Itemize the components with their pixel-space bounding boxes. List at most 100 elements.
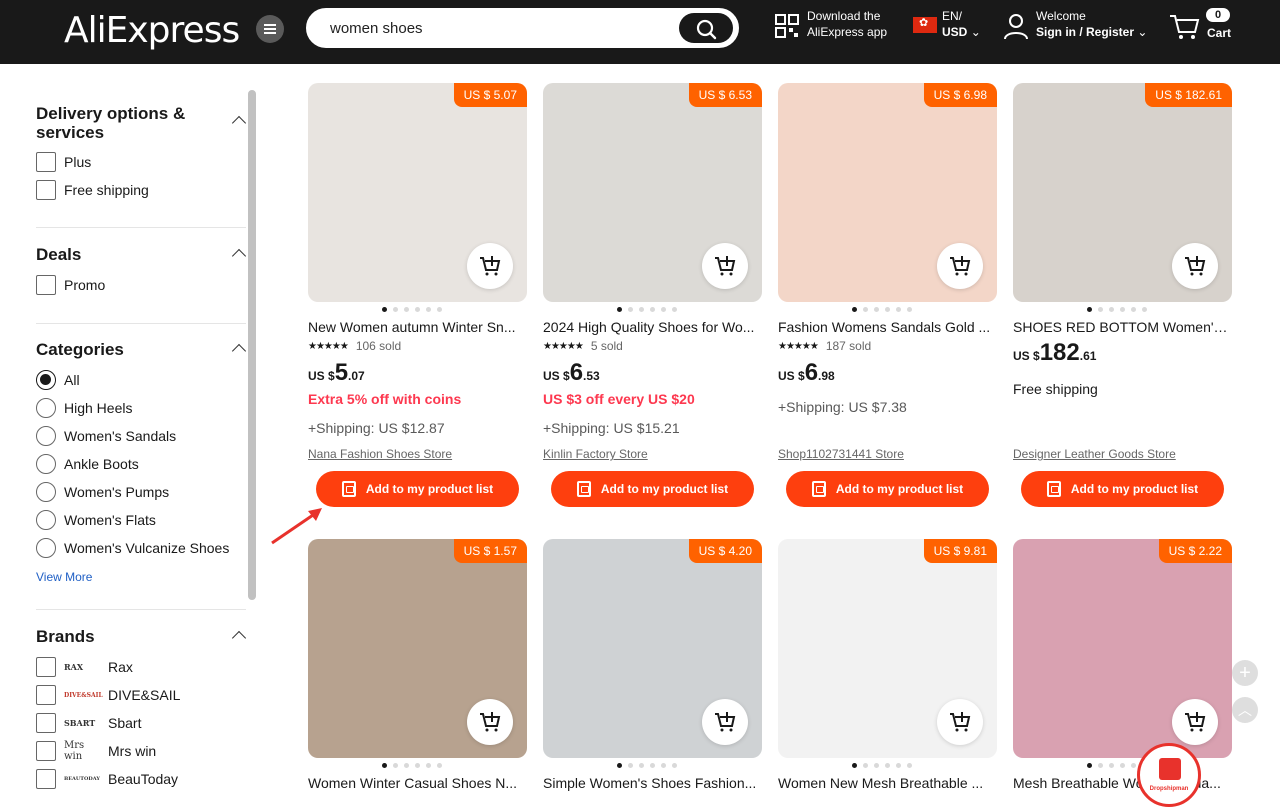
add-to-cart-button[interactable] — [702, 699, 748, 745]
brand-logo: BEAUTODAY — [64, 776, 100, 782]
radio[interactable] — [36, 538, 56, 558]
radio[interactable] — [36, 482, 56, 502]
product-title[interactable]: 2024 High Quality Shoes for Wo... — [543, 319, 762, 335]
product-title[interactable]: SHOES RED BOTTOM Women's ... — [1013, 319, 1232, 335]
add-floating-button[interactable]: + — [1232, 660, 1258, 686]
user-icon[interactable] — [1002, 12, 1030, 40]
add-to-cart-button[interactable] — [1172, 243, 1218, 289]
shipping-text: Free shipping — [1013, 381, 1098, 397]
checkbox[interactable] — [36, 741, 56, 761]
cart-plus-icon — [715, 712, 736, 732]
category-ankle-boots[interactable]: Ankle Boots — [36, 453, 139, 475]
add-to-product-list-button[interactable]: Add to my product list — [786, 471, 989, 507]
search-button[interactable] — [679, 13, 733, 43]
product-title[interactable]: Women New Mesh Breathable ... — [778, 775, 997, 791]
collapse-chevron-icon[interactable] — [231, 343, 247, 359]
checkbox[interactable] — [36, 685, 56, 705]
checkbox[interactable] — [36, 769, 56, 789]
menu-icon[interactable] — [256, 15, 284, 43]
cart-label[interactable]: Cart — [1207, 26, 1231, 40]
category-all[interactable]: All — [36, 369, 80, 391]
sidebar-scrollbar[interactable] — [248, 90, 256, 600]
divider — [36, 323, 246, 324]
brand-sbart[interactable]: SBART Sbart — [36, 712, 141, 734]
image-carousel-dots[interactable] — [617, 307, 677, 312]
add-to-cart-button[interactable] — [1172, 699, 1218, 745]
store-link[interactable]: Designer Leather Goods Store — [1013, 447, 1176, 461]
image-carousel-dots[interactable] — [382, 763, 442, 768]
rating-row: ★★★★★ 5 sold — [543, 339, 623, 353]
image-carousel-dots[interactable] — [1087, 307, 1147, 312]
radio[interactable] — [36, 454, 56, 474]
product-title[interactable]: Fashion Womens Sandals Gold ... — [778, 319, 997, 335]
add-to-cart-button[interactable] — [937, 243, 983, 289]
radio[interactable] — [36, 398, 56, 418]
filter-promo[interactable]: Promo — [36, 274, 105, 296]
brand-beautoday[interactable]: BEAUTODAY BeauToday — [36, 768, 178, 790]
cart-plus-icon — [480, 712, 501, 732]
image-carousel-dots[interactable] — [852, 307, 912, 312]
checkbox[interactable] — [36, 152, 56, 172]
collapse-chevron-icon[interactable] — [231, 115, 247, 131]
shipping-text: +Shipping: US $12.87 — [308, 420, 445, 436]
brand-dive-sail[interactable]: DIVE&SAIL DIVE&SAIL — [36, 684, 180, 706]
category-womens-pumps[interactable]: Women's Pumps — [36, 481, 169, 503]
price-tag: US $ 6.98 — [923, 83, 997, 107]
brand-rax[interactable]: RAX Rax — [36, 656, 133, 678]
promo-text: Extra 5% off with coins — [308, 391, 462, 407]
brands-section: Brands — [36, 627, 247, 646]
store-link[interactable]: Kinlin Factory Store — [543, 447, 648, 461]
store-link[interactable]: Nana Fashion Shoes Store — [308, 447, 452, 461]
checkbox[interactable] — [36, 180, 56, 200]
filter-plus[interactable]: Plus — [36, 151, 91, 173]
aliexpress-logo[interactable]: AliExpress — [64, 10, 240, 51]
add-to-product-list-button[interactable]: Add to my product list — [1021, 471, 1224, 507]
account-menu[interactable]: Welcome Sign in / Register ⌄ — [1036, 8, 1147, 40]
checkbox[interactable] — [36, 275, 56, 295]
collapse-chevron-icon[interactable] — [231, 630, 247, 646]
image-carousel-dots[interactable] — [382, 307, 442, 312]
filter-free-shipping[interactable]: Free shipping — [36, 179, 149, 201]
category-womens-sandals[interactable]: Women's Sandals — [36, 425, 176, 447]
product-title[interactable]: New Women autumn Winter Sn... — [308, 319, 527, 335]
store-link[interactable]: Shop1102731441 Store — [778, 447, 904, 461]
price-tag: US $ 2.22 — [1158, 539, 1232, 563]
bag-icon — [341, 481, 356, 497]
radio[interactable] — [36, 510, 56, 530]
shipping-text: +Shipping: US $15.21 — [543, 420, 680, 436]
category-womens-flats[interactable]: Women's Flats — [36, 509, 156, 531]
price-tag: US $ 9.81 — [923, 539, 997, 563]
checkbox[interactable] — [36, 713, 56, 733]
cart-plus-icon — [715, 256, 736, 276]
shipping-text: +Shipping: US $7.38 — [778, 399, 907, 415]
category-womens-vulcanize[interactable]: Women's Vulcanize Shoes — [36, 537, 229, 559]
radio[interactable] — [36, 426, 56, 446]
star-rating-icon: ★★★★★ — [543, 340, 584, 352]
radio-selected[interactable] — [36, 370, 56, 390]
product-title[interactable]: Simple Women's Shoes Fashion... — [543, 775, 762, 791]
download-app-link[interactable]: Download the AliExpress app — [807, 8, 887, 40]
checkbox[interactable] — [36, 657, 56, 677]
search-input[interactable] — [330, 20, 650, 37]
add-to-cart-button[interactable] — [467, 699, 513, 745]
category-high-heels[interactable]: High Heels — [36, 397, 132, 419]
qr-code-icon[interactable] — [775, 14, 799, 38]
add-to-product-list-button[interactable]: Add to my product list — [316, 471, 519, 507]
view-more-link[interactable]: View More — [36, 570, 92, 584]
language-currency-selector[interactable]: EN/ USD ⌄ — [942, 8, 981, 40]
bag-icon — [576, 481, 591, 497]
scroll-top-button[interactable]: ︿ — [1232, 697, 1258, 723]
collapse-chevron-icon[interactable] — [231, 248, 247, 264]
star-rating-icon: ★★★★★ — [778, 340, 819, 352]
product-title[interactable]: Women Winter Casual Shoes N... — [308, 775, 527, 791]
brand-mrs-win[interactable]: Mrs win Mrs win — [36, 740, 156, 762]
add-to-cart-button[interactable] — [702, 243, 748, 289]
add-to-product-list-button[interactable]: Add to my product list — [551, 471, 754, 507]
image-carousel-dots[interactable] — [852, 763, 912, 768]
image-carousel-dots[interactable] — [617, 763, 677, 768]
add-to-cart-button[interactable] — [937, 699, 983, 745]
add-to-cart-button[interactable] — [467, 243, 513, 289]
cart-icon[interactable] — [1169, 13, 1201, 41]
dropshipman-widget[interactable]: Dropshipman — [1137, 743, 1201, 807]
product-price: US $5.07 — [308, 359, 365, 386]
